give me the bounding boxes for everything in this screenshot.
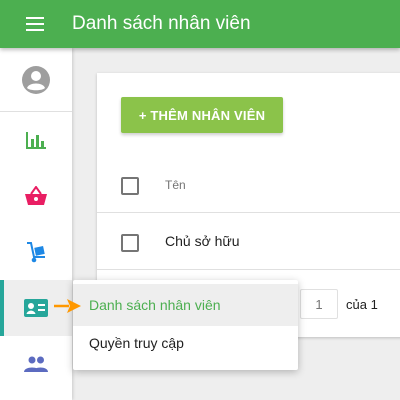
page-total-label: của 1: [346, 297, 378, 312]
submenu-item-employee-list[interactable]: Danh sách nhân viên: [73, 284, 298, 326]
id-card-icon: [24, 299, 48, 317]
app-bar: Danh sách nhân viên: [0, 0, 400, 48]
row-checkbox[interactable]: [121, 234, 139, 252]
employees-submenu: Danh sách nhân viên Quyền truy cập: [73, 280, 298, 370]
people-icon: [24, 356, 48, 372]
sidebar-item-customers[interactable]: [0, 336, 72, 392]
sidebar-item-reports[interactable]: [0, 112, 72, 168]
table-row[interactable]: Chủ sở hữu: [97, 214, 400, 270]
column-header-name[interactable]: Tên: [165, 178, 186, 192]
hamburger-menu-icon[interactable]: [26, 17, 46, 31]
submenu-item-access-rights[interactable]: Quyền truy cập: [73, 322, 298, 364]
sidebar-item-inventory[interactable]: [0, 224, 72, 280]
employee-name-cell: Chủ sở hữu: [165, 233, 240, 249]
bar-chart-icon: [26, 132, 46, 149]
pointer-arrow-icon: [54, 299, 81, 313]
table-header-row: Tên: [97, 157, 400, 213]
account-circle-icon: [22, 66, 50, 94]
sidebar-item-account[interactable]: [0, 52, 72, 108]
select-all-checkbox[interactable]: [121, 177, 139, 195]
add-employee-button[interactable]: + THÊM NHÂN VIÊN: [121, 97, 283, 133]
sidebar-item-sales[interactable]: [0, 168, 72, 224]
hand-truck-icon: [27, 242, 45, 263]
shopping-basket-icon: [25, 186, 47, 205]
page-number-input[interactable]: 1: [300, 289, 338, 319]
page-title: Danh sách nhân viên: [72, 13, 251, 34]
sidebar: [0, 48, 72, 400]
